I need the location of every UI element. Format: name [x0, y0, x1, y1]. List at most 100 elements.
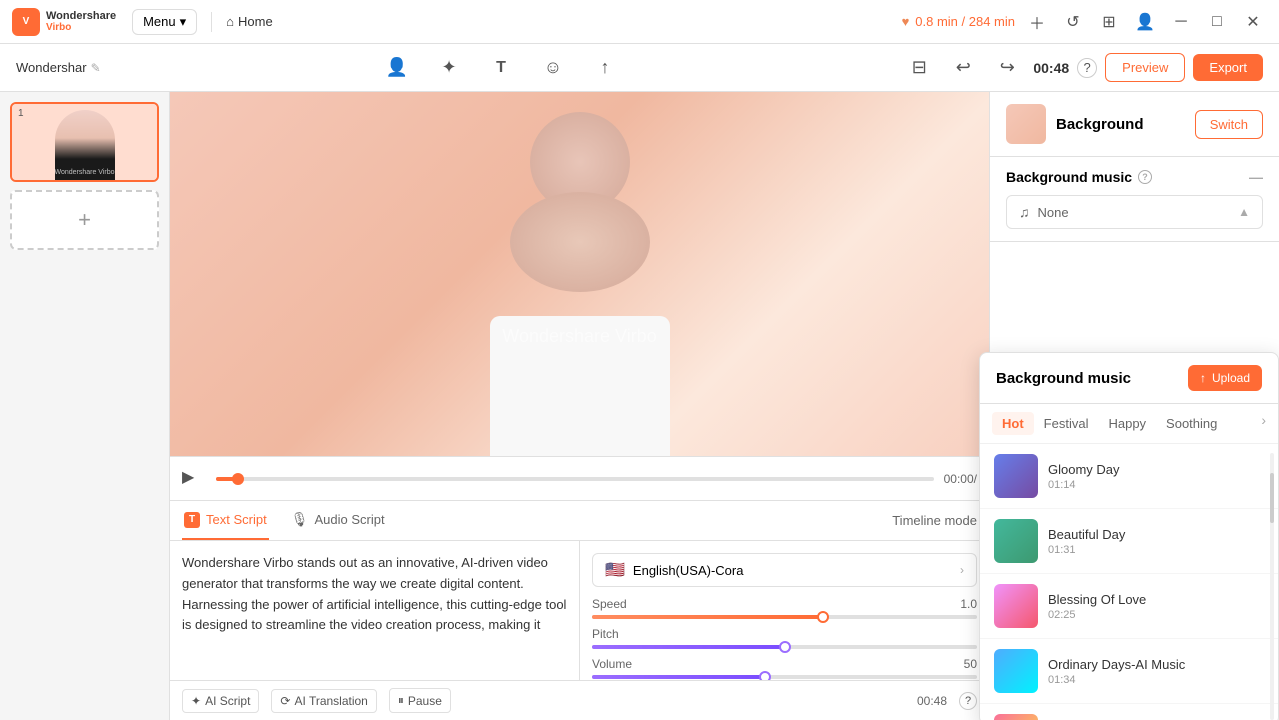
export-button[interactable]: Export	[1193, 54, 1263, 81]
history-button[interactable]: ↺	[1059, 8, 1087, 36]
slide-number: 1	[18, 108, 24, 119]
thumb-content: Wondershare Virbo	[12, 104, 157, 180]
volume-control: Volume 50	[592, 657, 977, 679]
video-canvas: Wondershare Virbo	[170, 92, 989, 456]
scrollbar-thumb[interactable]	[1270, 473, 1274, 523]
maximize-button[interactable]: □	[1203, 8, 1231, 36]
second-toolbar: Wondershar ✎ 👤 ✦ T ☺ ↑ ⊟ ↩ ↪ 00:48 ? Pre…	[0, 44, 1279, 92]
more-tabs-arrow[interactable]: ›	[1261, 412, 1266, 435]
user-button[interactable]: 👤	[1131, 8, 1159, 36]
avatar-shoulders	[510, 192, 650, 292]
project-name: Wondershar ✎	[16, 60, 101, 75]
video-script-column: Wondershare Virbo ▶ 00:00/ T Text Script	[170, 92, 989, 720]
play-button[interactable]: ▶	[182, 467, 206, 491]
music-item-1[interactable]: Gloomy Day 01:14	[980, 444, 1278, 509]
progress-dot	[232, 473, 244, 485]
preview-button[interactable]: Preview	[1105, 53, 1185, 82]
pitch-slider[interactable]	[592, 645, 977, 649]
voice-settings: 🇺🇸 English(USA)-Cora › Speed 1.0	[580, 541, 989, 680]
minimize-button[interactable]: ─	[1167, 8, 1195, 36]
menu-button[interactable]: Menu ▾	[132, 9, 197, 35]
tab-happy[interactable]: Happy	[1098, 412, 1156, 435]
music-item-4[interactable]: Ordinary Days-AI Music 01:34	[980, 639, 1278, 704]
grid-button[interactable]: ⊞	[1095, 8, 1123, 36]
upload-tool[interactable]: ↑	[587, 50, 623, 86]
playback-bar: ▶ 00:00/	[170, 456, 989, 500]
music-info-3: Blessing Of Love 02:25	[1048, 592, 1264, 621]
add-button[interactable]: ＋	[1023, 8, 1051, 36]
emoji-tool[interactable]: ☺	[535, 50, 571, 86]
ai-script-button[interactable]: ✦ AI Script	[182, 689, 259, 713]
slide-thumbnail-1[interactable]: 1 Wondershare Virbo	[10, 102, 159, 182]
pause-button[interactable]: ⏸ Pause	[389, 688, 451, 713]
text-tool[interactable]: T	[483, 50, 519, 86]
switch-button[interactable]: Switch	[1195, 110, 1263, 139]
panel-header: Background Switch	[990, 92, 1279, 157]
avatar-tool[interactable]: 👤	[379, 50, 415, 86]
redo-button[interactable]: ↪	[989, 50, 1025, 86]
panel-title: Background	[1056, 116, 1185, 133]
music-cover-4	[994, 649, 1038, 693]
music-section: Background music ? — ♫ None ▲	[990, 157, 1279, 242]
music-item-2[interactable]: Beautiful Day 01:31	[980, 509, 1278, 574]
script-text[interactable]: Wondershare Virbo stands out as an innov…	[170, 541, 580, 680]
scrollbar-track	[1270, 453, 1274, 720]
main-content: Wondershare Virbo ▶ 00:00/ T Text Script	[170, 92, 1279, 720]
tab-audio-script[interactable]: 🎙 Audio Script	[289, 501, 387, 540]
music-cover-5	[994, 714, 1038, 720]
tab-festival[interactable]: Festival	[1034, 412, 1099, 435]
bottom-timecode: 00:48	[917, 694, 947, 708]
progress-bar[interactable]	[216, 477, 934, 481]
text-icon: T	[184, 512, 200, 528]
music-info-4: Ordinary Days-AI Music 01:34	[1048, 657, 1264, 686]
tab-text-script[interactable]: T Text Script	[182, 501, 269, 540]
music-section-header: Background music ? —	[1006, 169, 1263, 185]
close-button[interactable]: ✕	[1239, 8, 1267, 36]
logo: V Wondershare Virbo	[12, 8, 116, 36]
help-icon[interactable]: ?	[1077, 58, 1097, 78]
music-item-3[interactable]: Blessing Of Love 02:25	[980, 574, 1278, 639]
music-info-2: Beautiful Day 01:31	[1048, 527, 1264, 556]
voice-language-selector[interactable]: 🇺🇸 English(USA)-Cora ›	[592, 553, 977, 587]
collapse-icon[interactable]: —	[1249, 169, 1263, 185]
popup-title: Background music	[996, 370, 1131, 387]
script-area: T Text Script 🎙 Audio Script Timeline mo…	[170, 500, 989, 720]
background-thumbnail	[1006, 104, 1046, 144]
pitch-control: Pitch	[592, 627, 977, 649]
upload-button[interactable]: ↑ Upload	[1188, 365, 1262, 391]
caption-tool[interactable]: ⊟	[901, 50, 937, 86]
watermark-text: Wondershare Virbo	[502, 326, 656, 347]
music-category-tabs: Hot Festival Happy Soothing ›	[980, 404, 1278, 444]
bg-music-popup: Background music ↑ Upload Hot Festival H…	[979, 352, 1279, 720]
slide-sidebar: 1 Wondershare Virbo +	[0, 92, 170, 720]
sticker-tool[interactable]: ✦	[431, 50, 467, 86]
home-button[interactable]: ⌂ Home	[226, 14, 273, 29]
music-cover-3	[994, 584, 1038, 628]
timeline-mode-label: Timeline mode	[892, 513, 977, 528]
tab-soothing[interactable]: Soothing	[1156, 412, 1227, 435]
time-display: ♥ 0.8 min / 284 min	[902, 14, 1015, 29]
top-bar: V Wondershare Virbo Menu ▾ ⌂ Home ♥ 0.8 …	[0, 0, 1279, 44]
avatar-container	[170, 92, 989, 456]
toolbar-right: ⊟ ↩ ↪ 00:48 ? Preview Export	[901, 50, 1263, 86]
logo-icon: V	[12, 8, 40, 36]
toolbar-center: 👤 ✦ T ☺ ↑	[373, 50, 629, 86]
music-cover-2	[994, 519, 1038, 563]
timecode-display: 00:48	[1033, 60, 1069, 76]
music-list: Gloomy Day 01:14 Beautiful Day 01:31	[980, 444, 1278, 720]
main-layout: 1 Wondershare Virbo +	[0, 92, 1279, 720]
volume-slider[interactable]	[592, 675, 977, 679]
music-item-5[interactable]: The Day We Met Never... 01:25	[980, 704, 1278, 720]
undo-button[interactable]: ↩	[945, 50, 981, 86]
music-info-icon[interactable]: ?	[1138, 170, 1152, 184]
script-tabs: T Text Script 🎙 Audio Script Timeline mo…	[170, 501, 989, 541]
help-bottom-icon[interactable]: ?	[959, 692, 977, 710]
ai-translation-button[interactable]: ⟳ AI Translation	[271, 689, 376, 713]
music-none-selector[interactable]: ♫ None ▲	[1006, 195, 1263, 229]
logo-text: Wondershare Virbo	[46, 10, 116, 33]
tab-hot[interactable]: Hot	[992, 412, 1034, 435]
speed-slider[interactable]	[592, 615, 977, 619]
divider	[211, 12, 212, 32]
add-scene-button[interactable]: +	[10, 190, 159, 250]
popup-header: Background music ↑ Upload	[980, 353, 1278, 404]
